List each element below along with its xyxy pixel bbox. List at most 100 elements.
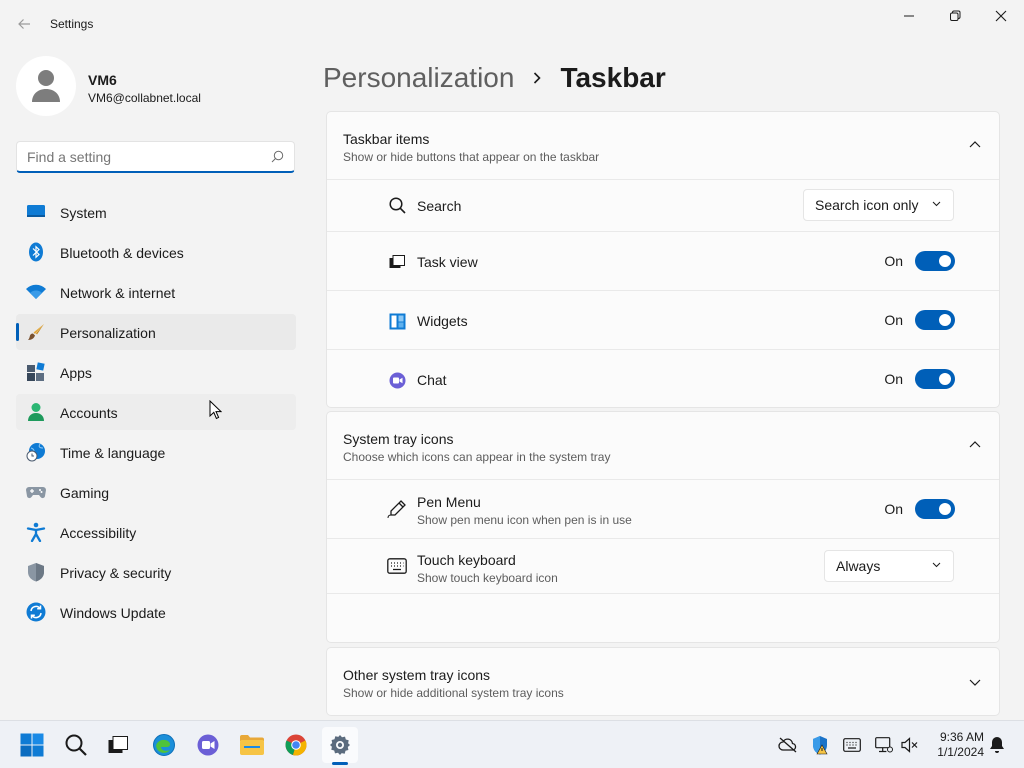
pen-menu-label: Pen Menu <box>417 494 481 510</box>
widgets-icon <box>387 311 407 331</box>
other-tray-header[interactable]: Other system tray icons Show or hide add… <box>327 648 999 715</box>
search-input[interactable] <box>27 148 257 166</box>
sidebar-item-label: Gaming <box>60 485 110 501</box>
task-view-toggle-group: On <box>884 251 955 271</box>
security-warning-icon[interactable] <box>810 735 830 755</box>
globe-clock-icon <box>26 442 46 462</box>
task-view-toggle[interactable] <box>915 251 955 271</box>
restore-icon <box>950 10 961 21</box>
pen-icon <box>387 499 407 519</box>
sidebar-item-label: Time & language <box>60 445 166 461</box>
chrome-icon <box>285 734 307 756</box>
edge-icon <box>153 734 175 756</box>
toggle-state-text: On <box>884 312 903 328</box>
apps-icon <box>26 362 46 382</box>
search-mode-dropdown[interactable]: Search icon only <box>803 189 954 221</box>
search-label: Search <box>417 198 462 214</box>
taskbar-clock[interactable]: 9:36 AM 1/1/2024 <box>924 730 984 760</box>
notification-bell-icon[interactable] <box>987 735 1007 755</box>
chat-label: Chat <box>417 372 447 388</box>
sidebar-item-accessibility[interactable]: Accessibility <box>16 514 296 550</box>
sidebar-item-system[interactable]: System <box>16 194 296 230</box>
task-view-label: Task view <box>417 254 478 270</box>
touch-keyboard-description: Show touch keyboard icon <box>417 571 558 585</box>
task-view-icon <box>108 736 128 753</box>
sidebar-item-label: Privacy & security <box>60 565 172 581</box>
app-title: Settings <box>50 17 94 31</box>
sidebar-item-windows-update[interactable]: Windows Update <box>16 594 296 630</box>
taskbar-chrome[interactable] <box>278 727 314 763</box>
sidebar-nav: System Bluetooth & devices Network & int… <box>16 194 296 634</box>
taskbar-settings[interactable] <box>322 727 358 765</box>
restore-button[interactable] <box>932 0 978 32</box>
back-arrow-icon <box>18 19 30 29</box>
widgets-toggle-group: On <box>884 310 955 330</box>
user-name: VM6 <box>88 72 117 88</box>
breadcrumb: Personalization Taskbar <box>323 58 666 98</box>
chevron-right-icon <box>532 71 542 85</box>
chevron-down-icon[interactable] <box>969 679 981 687</box>
chat-toggle-group: On <box>884 369 955 389</box>
toggle-state-text: On <box>884 501 903 517</box>
chat-toggle[interactable] <box>915 369 955 389</box>
pen-menu-toggle-group: On <box>884 499 955 519</box>
task-view-icon <box>387 252 407 272</box>
section-title: Taskbar items <box>343 131 430 147</box>
volume-muted-icon[interactable] <box>900 735 920 755</box>
title-bar: Settings <box>0 0 1024 48</box>
chevron-up-icon[interactable] <box>969 140 981 148</box>
selection-indicator <box>16 323 19 341</box>
touch-keyboard-dropdown[interactable]: Always <box>824 550 954 582</box>
brush-icon <box>26 322 46 342</box>
sidebar-item-gaming[interactable]: Gaming <box>16 474 296 510</box>
search-box[interactable] <box>16 141 295 173</box>
shield-icon <box>26 562 46 582</box>
taskbar-search-button[interactable] <box>58 727 94 763</box>
minimize-button[interactable] <box>886 0 932 32</box>
pen-menu-toggle[interactable] <box>915 499 955 519</box>
other-tray-section[interactable]: Other system tray icons Show or hide add… <box>326 647 1000 716</box>
system-icon <box>26 202 46 222</box>
taskbar-items-header[interactable]: Taskbar items Show or hide buttons that … <box>327 112 999 179</box>
search-row: Search Search icon only <box>327 179 999 231</box>
widgets-toggle[interactable] <box>915 310 955 330</box>
sidebar-item-apps[interactable]: Apps <box>16 354 296 390</box>
pen-menu-description: Show pen menu icon when pen is in use <box>417 513 632 527</box>
sidebar-item-accounts[interactable]: Accounts <box>16 394 296 430</box>
user-profile[interactable]: VM6 VM6@collabnet.local <box>16 56 296 118</box>
pen-menu-row: Pen Menu Show pen menu icon when pen is … <box>327 479 999 538</box>
onedrive-offline-icon[interactable] <box>778 735 798 755</box>
clock-date: 1/1/2024 <box>937 745 984 759</box>
taskbar-task-view[interactable] <box>100 727 136 763</box>
sidebar-item-label: Windows Update <box>60 605 166 621</box>
toggle-state-text: On <box>884 371 903 387</box>
taskbar: 9:36 AM 1/1/2024 <box>0 720 1024 768</box>
sidebar-item-personalization[interactable]: Personalization <box>16 314 296 350</box>
sidebar-item-network[interactable]: Network & internet <box>16 274 296 310</box>
close-button[interactable] <box>978 0 1024 32</box>
chat-row: Chat On <box>327 349 999 407</box>
taskbar-chat[interactable] <box>190 727 226 763</box>
search-icon[interactable] <box>271 150 284 163</box>
system-tray-section: System tray icons Choose which icons can… <box>326 411 1000 643</box>
person-icon <box>32 70 60 102</box>
network-icon[interactable] <box>874 735 894 755</box>
sidebar-item-label: Accessibility <box>60 525 137 541</box>
section-title: Other system tray icons <box>343 667 491 683</box>
sidebar-item-bluetooth[interactable]: Bluetooth & devices <box>16 234 296 270</box>
taskbar-file-explorer[interactable] <box>234 727 270 763</box>
sidebar-item-time-language[interactable]: Time & language <box>16 434 296 470</box>
chevron-up-icon[interactable] <box>969 440 981 448</box>
gamepad-icon <box>26 482 46 502</box>
breadcrumb-parent[interactable]: Personalization <box>323 62 514 94</box>
search-icon <box>387 195 407 215</box>
taskbar-edge[interactable] <box>146 727 182 763</box>
search-icon <box>65 734 87 756</box>
start-button[interactable] <box>14 727 50 763</box>
update-icon <box>26 602 46 622</box>
avatar <box>16 56 76 116</box>
touch-keyboard-icon[interactable] <box>842 735 862 755</box>
system-tray-header[interactable]: System tray icons Choose which icons can… <box>327 412 999 479</box>
sidebar-item-privacy[interactable]: Privacy & security <box>16 554 296 590</box>
back-button[interactable] <box>12 12 36 36</box>
